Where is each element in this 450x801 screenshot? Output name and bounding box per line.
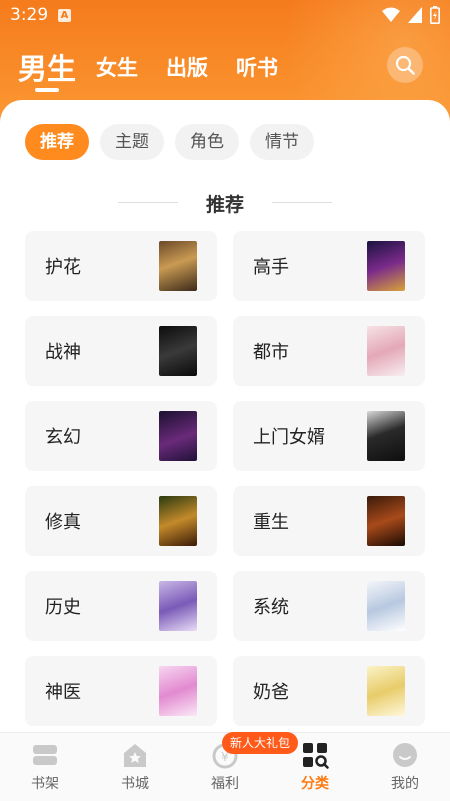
active-tab-indicator <box>35 88 59 92</box>
status-time: 3:29 <box>10 5 49 25</box>
nav-label: 分类 <box>301 776 329 792</box>
category-label: 都市 <box>253 342 289 363</box>
book-cover <box>367 241 405 291</box>
category-card[interactable]: 玄幻 <box>25 401 217 471</box>
tab-audiobook[interactable]: 听书 <box>236 52 278 82</box>
category-label: 战神 <box>45 342 81 363</box>
category-label: 修真 <box>45 512 81 533</box>
book-cover <box>159 666 197 716</box>
category-label: 护花 <box>45 257 81 278</box>
category-card[interactable]: 战神 <box>25 316 217 386</box>
category-card[interactable]: 上门女婿 <box>233 401 425 471</box>
nav-bookstore[interactable]: 书城 <box>90 733 180 801</box>
book-cover <box>159 496 197 546</box>
category-card[interactable]: 神医 <box>25 656 217 726</box>
bookstore-icon <box>124 744 146 767</box>
category-label: 奶爸 <box>253 682 289 703</box>
bookshelf-icon <box>33 745 57 765</box>
category-label: 重生 <box>253 512 289 533</box>
category-card[interactable]: 护花 <box>25 231 217 301</box>
nav-label: 福利 <box>211 776 239 792</box>
nav-label: 书城 <box>121 776 149 792</box>
search-button[interactable] <box>387 47 423 83</box>
status-icons <box>382 6 440 24</box>
category-label: 系统 <box>253 597 289 618</box>
tab-male[interactable]: 男生 <box>18 46 76 88</box>
status-bar: 3:29 A <box>0 0 450 32</box>
category-card[interactable]: 系统 <box>233 571 425 641</box>
book-cover <box>367 666 405 716</box>
category-card[interactable]: 修真 <box>25 486 217 556</box>
category-label: 高手 <box>253 257 289 278</box>
book-cover <box>367 496 405 546</box>
category-card[interactable]: 历史 <box>25 571 217 641</box>
category-panel: 推荐 主题 角色 情节 推荐 护花 高手 战神 都市 玄幻 上门女婿 修真 重生… <box>0 100 450 732</box>
filter-plot[interactable]: 情节 <box>250 124 314 160</box>
tab-female[interactable]: 女生 <box>96 52 138 82</box>
category-label: 上门女婿 <box>253 427 325 448</box>
category-label: 神医 <box>45 682 81 703</box>
category-icon <box>303 743 329 769</box>
profile-icon <box>393 743 417 767</box>
book-cover <box>159 326 197 376</box>
sim-indicator: A <box>58 9 71 22</box>
nav-profile[interactable]: 我的 <box>360 733 450 801</box>
category-card[interactable]: 奶爸 <box>233 656 425 726</box>
book-cover <box>159 241 197 291</box>
book-cover <box>367 581 405 631</box>
book-cover <box>367 411 405 461</box>
filter-role[interactable]: 角色 <box>175 124 239 160</box>
section-header: 推荐 <box>0 188 450 218</box>
book-cover <box>159 581 197 631</box>
category-label: 历史 <box>45 597 81 618</box>
wifi-icon <box>382 7 400 22</box>
section-title: 推荐 <box>205 194 244 216</box>
book-cover <box>367 326 405 376</box>
category-card[interactable]: 都市 <box>233 316 425 386</box>
battery-icon <box>430 6 440 24</box>
nav-bookshelf[interactable]: 书架 <box>0 733 90 801</box>
tab-publish[interactable]: 出版 <box>166 52 208 82</box>
nav-label: 书架 <box>31 776 59 792</box>
category-label: 玄幻 <box>45 427 81 448</box>
signal-icon <box>408 7 422 23</box>
category-card[interactable]: 重生 <box>233 486 425 556</box>
category-card[interactable]: 高手 <box>233 231 425 301</box>
book-cover <box>159 411 197 461</box>
filter-theme[interactable]: 主题 <box>100 124 164 160</box>
new-user-gift-badge[interactable]: 新人大礼包 <box>222 732 299 754</box>
nav-label: 我的 <box>391 776 419 792</box>
search-icon <box>395 55 415 75</box>
filter-recommend[interactable]: 推荐 <box>25 124 89 160</box>
